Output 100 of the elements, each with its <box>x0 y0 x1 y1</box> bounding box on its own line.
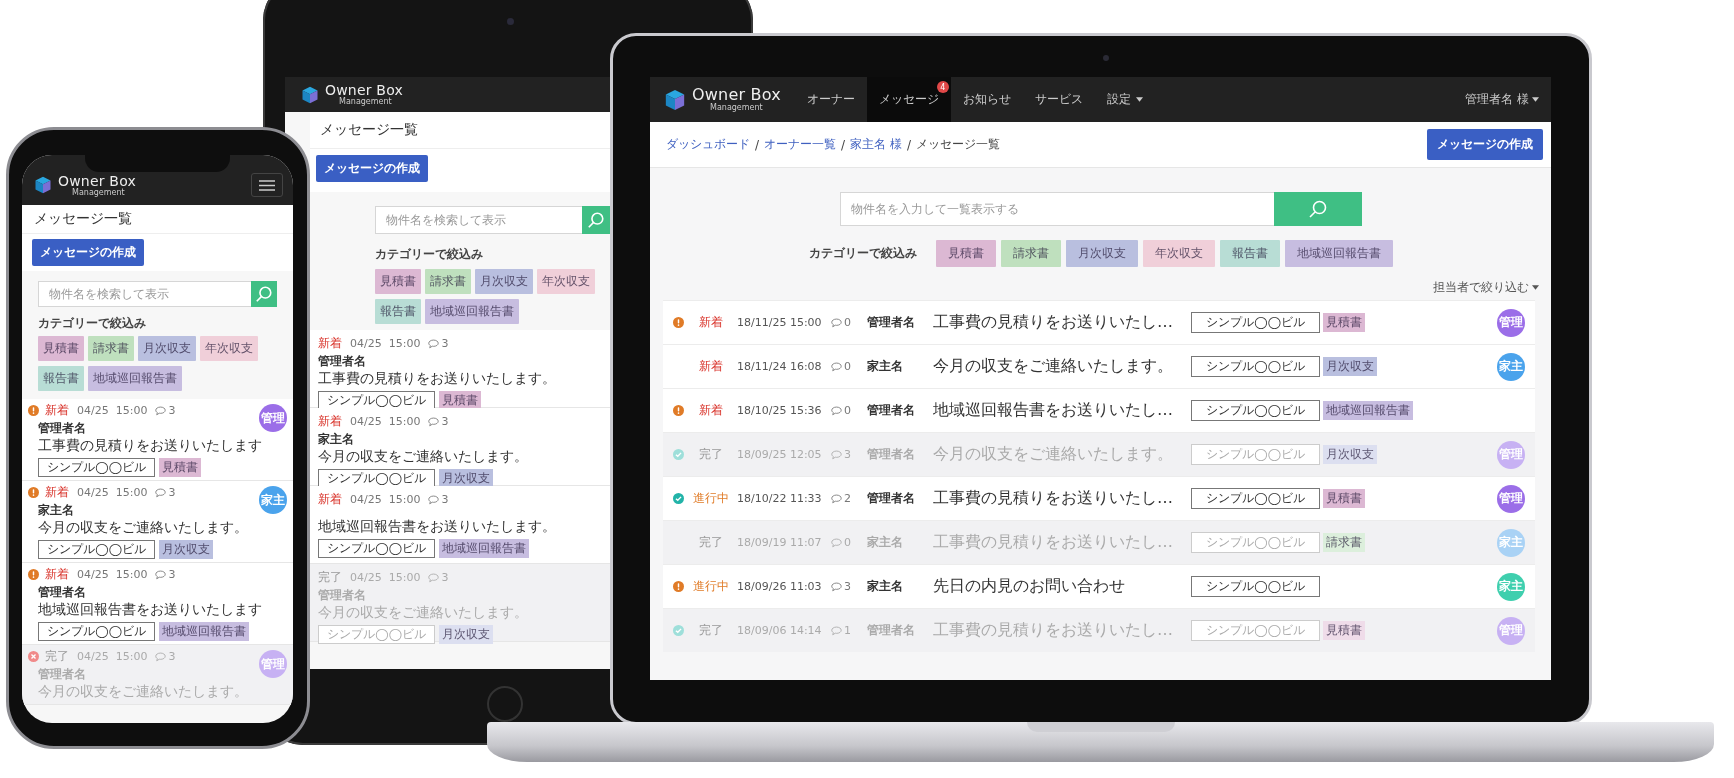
comment-icon <box>428 338 440 349</box>
brand-name[interactable]: Owner Box <box>58 173 136 188</box>
search-field[interactable]: 物件名を検索して表示 <box>375 206 582 234</box>
brand-subtitle: Management <box>339 98 393 106</box>
comment-icon <box>155 487 167 498</box>
comment-count: 3 <box>168 486 176 499</box>
avatar: 管理 <box>1497 440 1525 469</box>
brand-subtitle: Management <box>72 188 126 197</box>
category-tag[interactable]: 報告書 <box>375 299 421 324</box>
message-row[interactable]: 新着 04/25 15:00 3 家主名 今月の収支をご連絡いたします。 シンプル◯◯ビル 月次収支 家主 <box>22 481 293 563</box>
brand-name[interactable]: Owner Box <box>325 83 403 97</box>
comment-count: 3 <box>168 650 176 663</box>
message-row[interactable]: 進行中 18/09/26 11:03 3 家主名 先日の内見のお問い合わせ シンプル◯◯ビル 家主 <box>663 565 1535 608</box>
category-tag[interactable]: 請求書 <box>425 269 471 294</box>
sender-name: 管理者名 <box>867 446 916 463</box>
nav-tab[interactable]: メッセージ 4 <box>866 77 951 122</box>
sender-name: 管理者名 <box>867 490 916 507</box>
building-name: シンプル◯◯ビル <box>1191 532 1320 553</box>
message-subject: 工事費の見積りをお送りいたします <box>38 437 263 455</box>
user-menu[interactable]: 管理者名 様 <box>1453 77 1551 122</box>
message-row[interactable]: 新着 04/25 15:00 3 管理者名 工事費の見積りをお送りいたします。 シンプル◯◯ビル 見積書 <box>310 330 610 408</box>
message-subject: 工事費の見積りをお送りいたし… <box>933 620 1174 641</box>
message-row[interactable]: 完了 18/09/25 12:05 3 管理者名 今月の収支をご連絡いたします。 シンプル◯◯ビル 月次収支 管理 <box>663 433 1535 476</box>
create-button[interactable]: メッセージの作成 <box>32 239 144 266</box>
create-button[interactable]: メッセージの作成 <box>316 155 428 182</box>
category-tag[interactable]: 地域巡回報告書 <box>425 299 519 324</box>
sender-name: 管理者名 <box>867 402 916 419</box>
category-tag[interactable]: 月次収支 <box>138 336 196 361</box>
sender-name: 管理者名 <box>38 421 86 435</box>
comment-count: 1 <box>844 624 851 637</box>
message-row[interactable]: 新着 04/25 15:00 3 家主名 今月の収支をご連絡いたします。 シンプル◯◯ビル 月次収支 <box>310 408 610 486</box>
message-row[interactable]: 完了 18/09/19 11:07 0 家主名 工事費の見積りをお送りいたし… シンプル◯◯ビル 請求書 家主 <box>663 521 1535 564</box>
category-tag[interactable]: 見積書 <box>38 336 84 361</box>
message-row[interactable]: 新着 04/25 15:00 3 管理者名 地域巡回報告書をお送りいたします シンプル◯◯ビル 地域巡回報告書 <box>22 563 293 645</box>
comment-icon <box>155 405 167 416</box>
sender-name: 管理者名 <box>38 585 86 599</box>
camera-lens <box>507 18 514 25</box>
message-date: 18/09/06 14:14 <box>737 624 823 637</box>
status-label: 新着 <box>318 335 342 352</box>
search-button[interactable] <box>582 206 610 234</box>
message-date: 18/10/22 11:33 <box>737 492 823 505</box>
create-button[interactable]: メッセージの作成 <box>1427 129 1543 160</box>
message-row[interactable]: 新着 18/11/25 15:00 0 管理者名 工事費の見積りをお送りいたし… シンプル◯◯ビル 見積書 管理 <box>663 301 1535 344</box>
message-row[interactable]: 新着 04/25 15:00 3 管理者名 工事費の見積りをお送りいたします シンプル◯◯ビル 見積書 管理 <box>22 399 293 481</box>
building-name: シンプル◯◯ビル <box>1191 400 1320 421</box>
message-subject: 地域巡回報告書をお送りいたします <box>38 601 263 619</box>
category-tag[interactable]: 年次収支 <box>200 336 258 361</box>
message-row[interactable]: 完了 18/09/06 14:14 1 管理者名 工事費の見積りをお送りいたし… シンプル◯◯ビル 見積書 管理 <box>663 609 1535 652</box>
category-tag[interactable]: 年次収支 <box>1142 240 1215 267</box>
sender-name: 管理者名 <box>38 667 86 681</box>
search-field[interactable]: 物件名を入力して一覧表示する <box>839 192 1274 226</box>
search-button[interactable] <box>251 281 277 307</box>
category-tag[interactable]: 報告書 <box>1219 240 1280 267</box>
filter-label: カテゴリーで絞込み <box>808 245 917 262</box>
nav-tab[interactable]: サービス <box>1022 77 1095 122</box>
breadcrumb-link[interactable]: ダッシュボード <box>666 136 750 153</box>
sender-name: 管理者名 <box>318 588 366 602</box>
sender-name: 管理者名 <box>867 622 916 639</box>
nav-tab[interactable]: オーナー <box>794 77 867 122</box>
breadcrumb-link[interactable]: オーナー一覧 <box>764 136 837 153</box>
nav-tab[interactable]: 設定 <box>1094 77 1155 122</box>
category-tag[interactable]: 見積書 <box>375 269 421 294</box>
comment-icon <box>831 493 842 504</box>
status-label: 新着 <box>45 484 69 501</box>
avatar: 管理 <box>259 404 287 432</box>
breadcrumb-link[interactable]: 家主名 様 <box>850 136 902 153</box>
category-tag[interactable]: 月次収支 <box>1065 240 1138 267</box>
building-name: シンプル◯◯ビル <box>318 469 435 488</box>
sender-name: 管理者名 <box>867 314 916 331</box>
search-field[interactable]: 物件名を検索して表示 <box>38 281 251 307</box>
comment-icon <box>428 416 440 427</box>
message-row[interactable]: 新着 04/25 15:00 3 地域巡回報告書をお送りいたします。 シンプル◯◯ビル 地域巡回報告書 <box>310 486 610 564</box>
assignee-filter[interactable]: 担当者で絞り込む <box>1433 279 1539 296</box>
breadcrumb-current: メッセージ一覧 <box>915 136 1000 153</box>
message-subject: 先日の内見のお問い合わせ <box>933 576 1126 597</box>
comment-icon <box>831 361 842 372</box>
building-name: シンプル◯◯ビル <box>1191 356 1320 377</box>
message-row[interactable]: 新着 18/10/25 15:36 0 管理者名 地域巡回報告書をお送りいたし… シンプル◯◯ビル 地域巡回報告書 <box>663 389 1535 432</box>
category-tag[interactable]: 月次収支 <box>475 269 533 294</box>
category-tag[interactable]: 年次収支 <box>537 269 595 294</box>
status-label: 新着 <box>45 566 69 583</box>
comment-count: 3 <box>844 580 851 593</box>
menu-button[interactable] <box>251 173 283 197</box>
message-subject: 今月の収支をご連絡いたします。 <box>318 604 529 622</box>
category-tag[interactable]: 請求書 <box>1000 240 1061 267</box>
comment-count: 3 <box>441 337 449 350</box>
comment-icon <box>428 572 440 583</box>
category-tag[interactable]: 請求書 <box>88 336 134 361</box>
category-tag[interactable]: 地域巡回報告書 <box>88 366 182 391</box>
avatar: 家主 <box>259 486 287 514</box>
nav-tab[interactable]: お知らせ <box>950 77 1023 122</box>
category-tag[interactable]: 見積書 <box>935 240 996 267</box>
message-date: 04/25 15:00 <box>77 486 148 499</box>
search-button[interactable] <box>1273 192 1362 226</box>
brand-name[interactable]: Owner Box <box>692 87 781 103</box>
category-tag[interactable]: 地域巡回報告書 <box>1284 240 1393 267</box>
category-tag[interactable]: 報告書 <box>38 366 84 391</box>
category-tag: 地域巡回報告書 <box>1322 401 1413 420</box>
message-row[interactable]: 進行中 18/10/22 11:33 2 管理者名 工事費の見積りをお送りいたし… シンプル◯◯ビル 見積書 管理 <box>663 477 1535 520</box>
message-row[interactable]: 新着 18/11/24 16:08 0 家主名 今月の収支をご連絡いたします。 シンプル◯◯ビル 月次収支 家主 <box>663 345 1535 388</box>
